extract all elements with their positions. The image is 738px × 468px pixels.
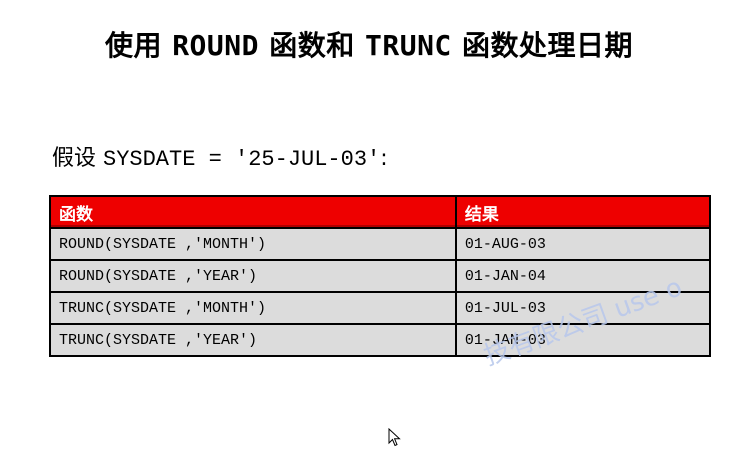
date-function-table: 函数 结果 ROUND(SYSDATE ,'MONTH') 01-AUG-03 …: [49, 195, 712, 357]
assumption-label: 假设: [52, 146, 103, 171]
title-round: ROUND: [172, 29, 259, 62]
header-function: 函数: [49, 195, 457, 229]
table-row: ROUND(SYSDATE ,'MONTH') 01-AUG-03: [49, 227, 712, 261]
assumption-expression: SYSDATE = '25-JUL-03': [103, 147, 381, 172]
table-header-row: 函数 结果: [49, 195, 712, 229]
result-cell: 01-AUG-03: [454, 227, 712, 261]
assumption-line: 假设 SYSDATE = '25-JUL-03':: [52, 140, 388, 172]
mouse-pointer-icon: [388, 428, 401, 447]
title-middle: 函数和: [259, 29, 365, 62]
title-suffix: 函数处理日期: [451, 29, 634, 62]
assumption-colon: :: [380, 146, 388, 171]
function-cell: ROUND(SYSDATE ,'MONTH'): [49, 227, 457, 261]
function-cell: TRUNC(SYSDATE ,'YEAR'): [49, 323, 457, 357]
function-cell: ROUND(SYSDATE ,'YEAR'): [49, 259, 457, 293]
page-title: 使用 ROUND 函数和 TRUNC 函数处理日期: [0, 24, 738, 64]
title-prefix: 使用: [104, 29, 173, 62]
header-result: 结果: [454, 195, 712, 229]
function-cell: TRUNC(SYSDATE ,'MONTH'): [49, 291, 457, 325]
table-row: ROUND(SYSDATE ,'YEAR') 01-JAN-04: [49, 259, 712, 293]
title-trunc: TRUNC: [365, 29, 452, 62]
